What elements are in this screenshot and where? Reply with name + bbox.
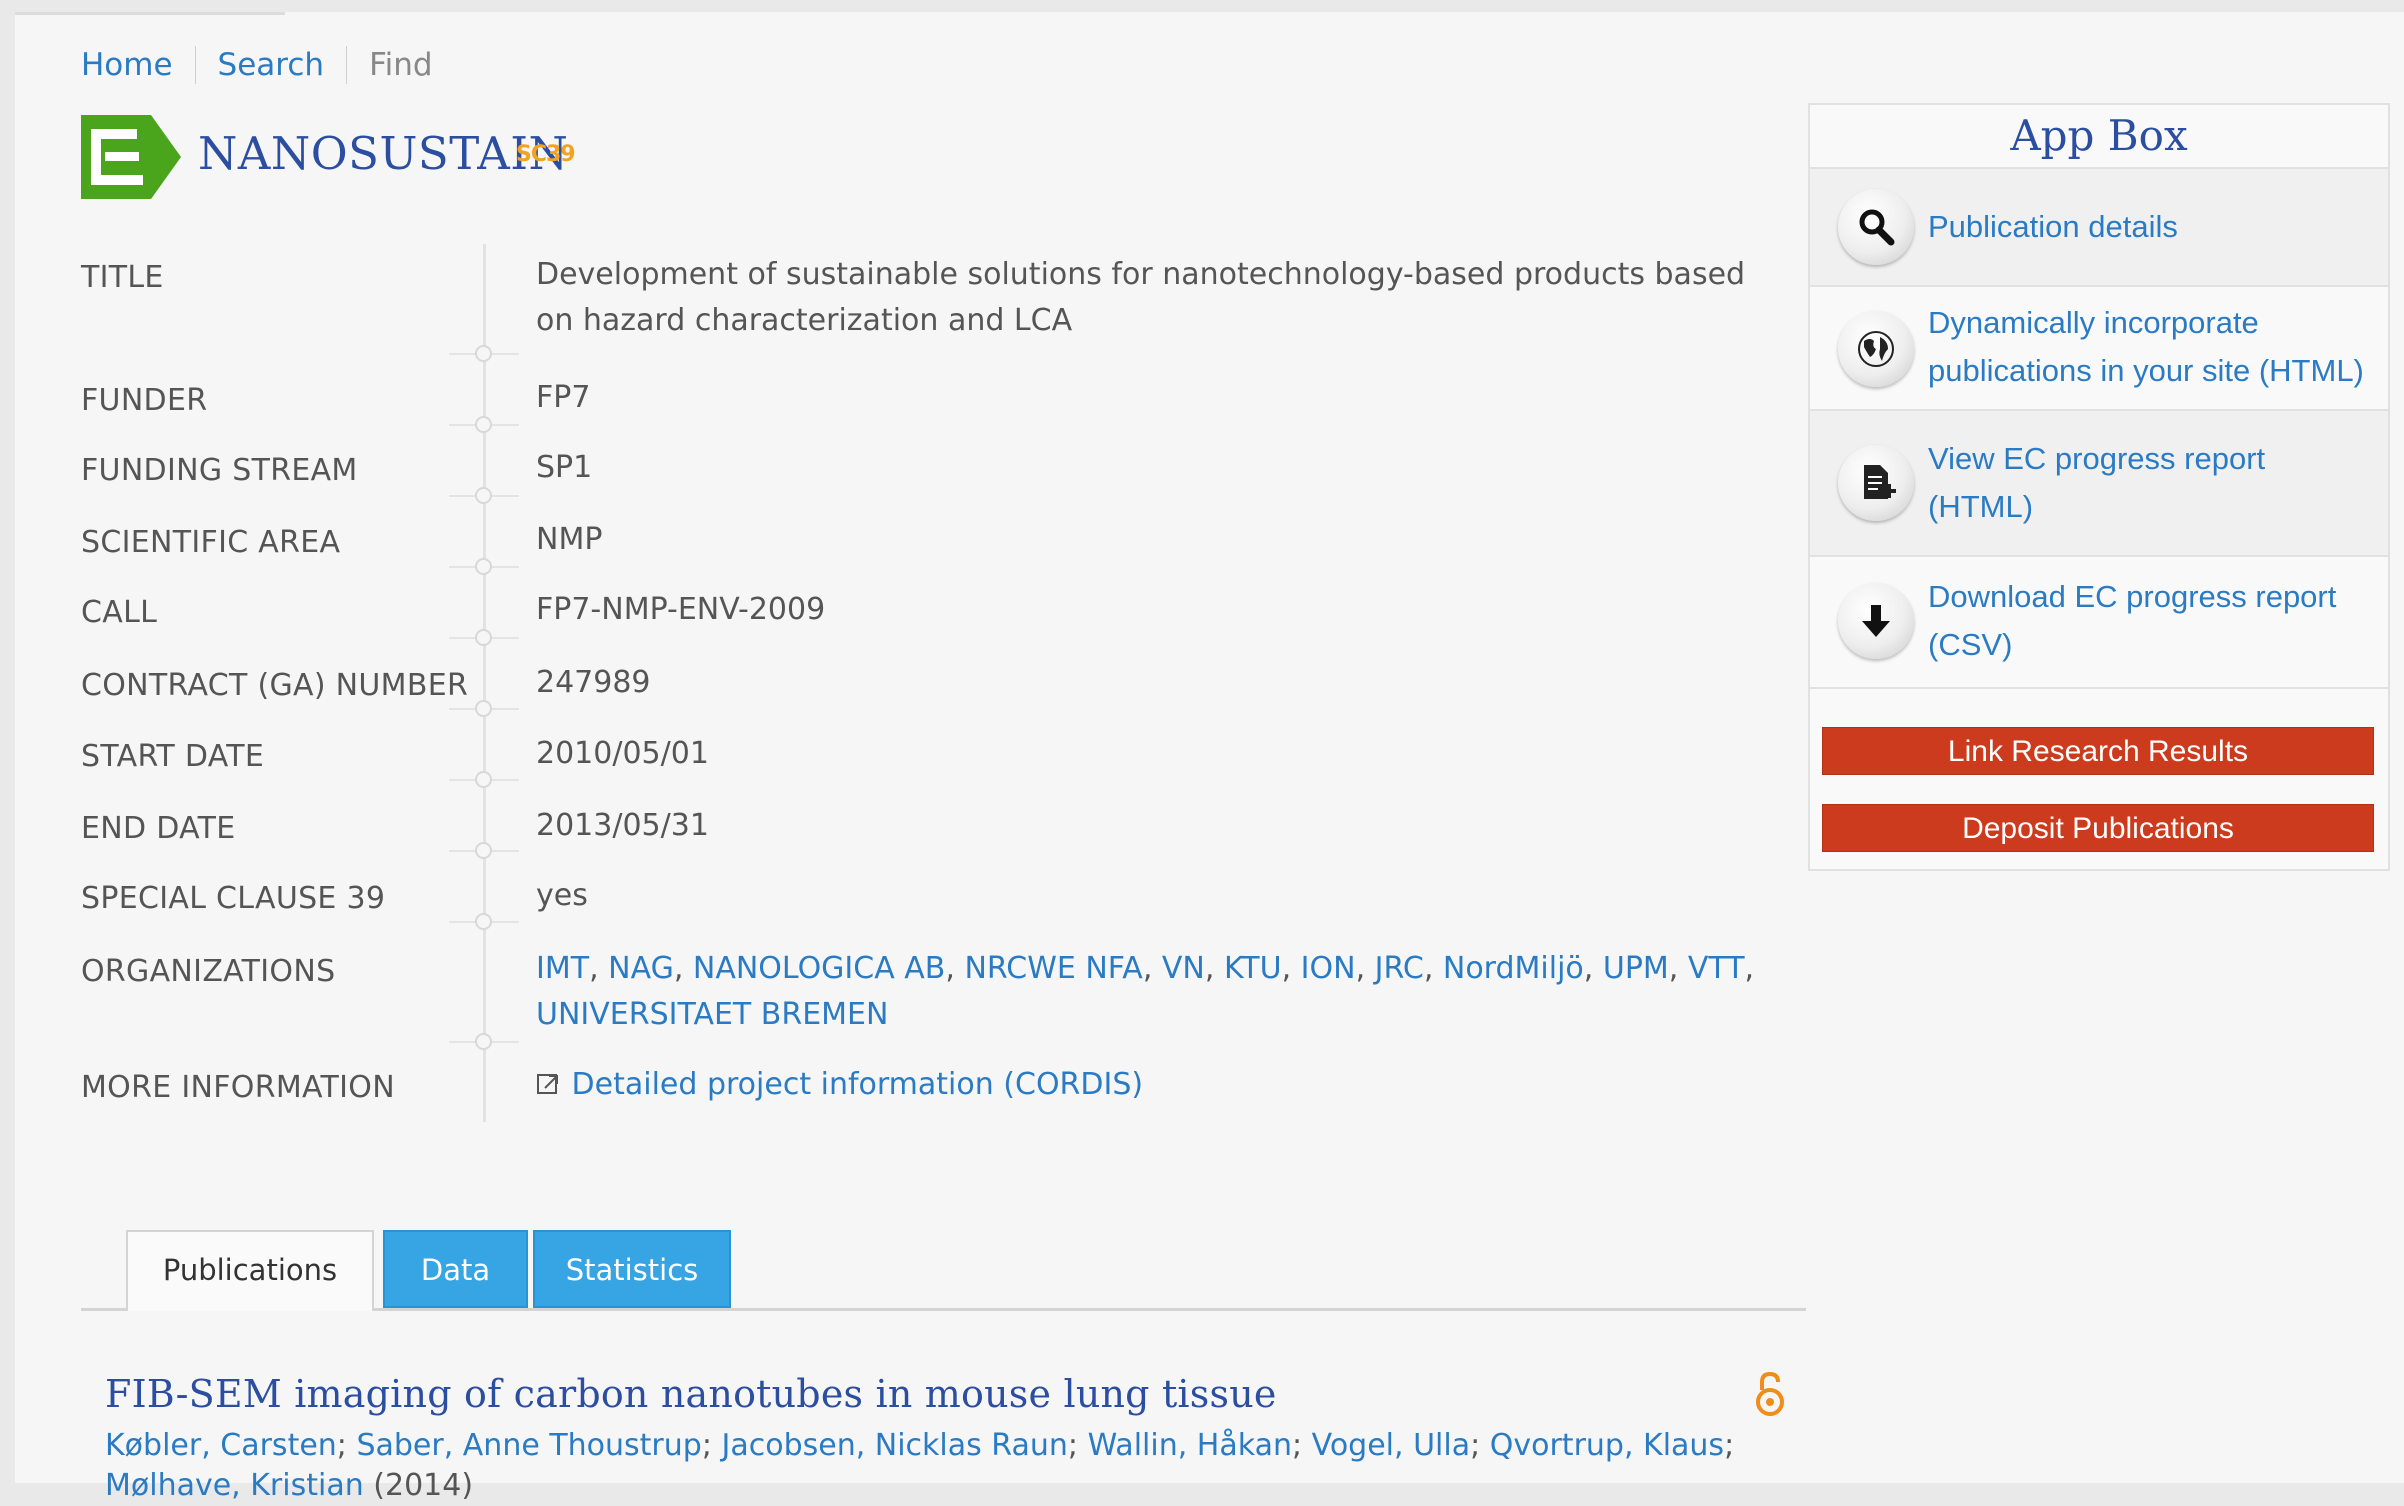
row-connector-dot [475, 558, 492, 575]
open-access-icon [1756, 1371, 1784, 1416]
row-connector-dot [475, 416, 492, 433]
detail-label: TITLE [81, 260, 164, 295]
link-research-results-button[interactable]: Link Research Results [1822, 727, 2374, 775]
row-connector-dot [475, 487, 492, 504]
details-divider [483, 244, 486, 1122]
cordis-project-link[interactable]: Detailed project information (CORDIS) [572, 1067, 1144, 1102]
breadcrumb-current: Find [369, 47, 433, 83]
detail-value-contract-number: 247989 [536, 665, 651, 700]
download-progress-report-link[interactable]: Download EC progress report (CSV) [1928, 573, 2378, 669]
breadcrumb-home-link[interactable]: Home [81, 47, 173, 83]
row-connector-dot [475, 1033, 492, 1050]
detail-value-start-date: 2010/05/01 [536, 736, 709, 771]
detail-label: CALL [81, 595, 158, 630]
app-item-embed-publications[interactable]: Dynamically incorporate publications in … [1810, 287, 2388, 411]
organization-link[interactable]: VN [1162, 951, 1205, 986]
detail-label: FUNDER [81, 383, 208, 418]
breadcrumb-separator [346, 46, 348, 84]
project-logo-icon [81, 115, 181, 199]
organization-link[interactable]: JRC [1375, 951, 1424, 986]
top-divider [15, 12, 285, 15]
tab-data[interactable]: Data [383, 1230, 528, 1308]
detail-label: SCIENTIFIC AREA [81, 525, 341, 560]
detail-label: FUNDING STREAM [81, 453, 358, 488]
author-link[interactable]: Mølhave, Kristian [105, 1468, 364, 1503]
publication-title-link[interactable]: FIB-SEM imaging of carbon nanotubes in m… [105, 1372, 1277, 1416]
page: Home Search Find NANOSUSTAIN SC39 TITLE … [15, 12, 2404, 1503]
row-connector-dot [475, 700, 492, 717]
search-icon [1838, 189, 1914, 265]
organizations-list: IMT, NAG, NANOLOGICA AB, NRCWE NFA, VN, … [536, 951, 1755, 1032]
organization-link[interactable]: IMT [536, 951, 589, 986]
detail-value-title: Development of sustainable solutions for… [536, 257, 1746, 338]
author-link[interactable]: Jacobsen, Nicklas Raun [721, 1428, 1067, 1463]
detail-value-special-clause: yes [536, 878, 588, 913]
author-link[interactable]: Købler, Carsten [105, 1428, 337, 1463]
publication-details-link[interactable]: Publication details [1928, 203, 2378, 251]
app-item-view-progress-report[interactable]: View EC progress report (HTML) [1810, 411, 2388, 557]
row-connector-dot [475, 842, 492, 859]
organization-link[interactable]: NAG [608, 951, 674, 986]
row-connector-dot [475, 345, 492, 362]
view-progress-report-link[interactable]: View EC progress report (HTML) [1928, 435, 2378, 531]
app-box-title: App Box [1810, 105, 2388, 169]
organization-link[interactable]: UPM [1603, 951, 1669, 986]
app-item-download-progress-report[interactable]: Download EC progress report (CSV) [1810, 557, 2388, 689]
detail-value-call: FP7-NMP-ENV-2009 [536, 592, 826, 627]
detail-label: SPECIAL CLAUSE 39 [81, 881, 386, 916]
author-link[interactable]: Wallin, Håkan [1088, 1428, 1292, 1463]
project-acronym: NANOSUSTAIN [198, 127, 569, 180]
download-arrow-icon [1838, 583, 1914, 659]
breadcrumb: Home Search Find [81, 42, 433, 88]
special-clause-badge: SC39 [516, 142, 576, 167]
breadcrumb-separator [194, 46, 196, 84]
row-connector-dot [475, 771, 492, 788]
row-connector-dot [475, 629, 492, 646]
detail-value-end-date: 2013/05/31 [536, 808, 709, 843]
organization-link[interactable]: NordMiljö [1443, 951, 1584, 986]
app-item-publication-details[interactable]: Publication details [1810, 169, 2388, 287]
author-link[interactable]: Qvortrup, Klaus [1490, 1428, 1724, 1463]
breadcrumb-search-link[interactable]: Search [218, 47, 325, 83]
organization-link[interactable]: UNIVERSITAET BREMEN [536, 997, 888, 1032]
detail-label: CONTRACT (GA) NUMBER [81, 668, 469, 703]
embed-publications-link[interactable]: Dynamically incorporate publications in … [1928, 299, 2378, 395]
more-information-value: Detailed project information (CORDIS) [536, 1062, 1756, 1108]
tab-publications[interactable]: Publications [126, 1230, 374, 1311]
organization-link[interactable]: ION [1301, 951, 1356, 986]
organization-link[interactable]: NANOLOGICA AB [693, 951, 945, 986]
detail-label: START DATE [81, 739, 265, 774]
detail-value-scientific-area: NMP [536, 522, 603, 557]
external-link-icon [537, 1074, 558, 1094]
detail-value-funding-stream: SP1 [536, 450, 593, 485]
globe-icon [1838, 311, 1914, 387]
author-link[interactable]: Saber, Anne Thoustrup [356, 1428, 701, 1463]
document-add-icon [1838, 445, 1914, 521]
organization-link[interactable]: VTT [1688, 951, 1745, 986]
row-connector-dot [475, 913, 492, 930]
app-box: App Box Publication details Dynamically … [1808, 103, 2390, 871]
detail-label: ORGANIZATIONS [81, 954, 336, 989]
author-link[interactable]: Vogel, Ulla [1312, 1428, 1470, 1463]
detail-label: END DATE [81, 811, 236, 846]
deposit-publications-button[interactable]: Deposit Publications [1822, 804, 2374, 852]
detail-value-funder: FP7 [536, 380, 591, 415]
tab-statistics[interactable]: Statistics [533, 1230, 731, 1308]
publication-authors: Købler, Carsten; Saber, Anne Thoustrup; … [105, 1428, 1735, 1503]
organization-link[interactable]: NRCWE NFA [964, 951, 1142, 986]
organization-link[interactable]: KTU [1224, 951, 1282, 986]
detail-label: MORE INFORMATION [81, 1070, 395, 1105]
publication-year: (2014) [373, 1468, 474, 1503]
